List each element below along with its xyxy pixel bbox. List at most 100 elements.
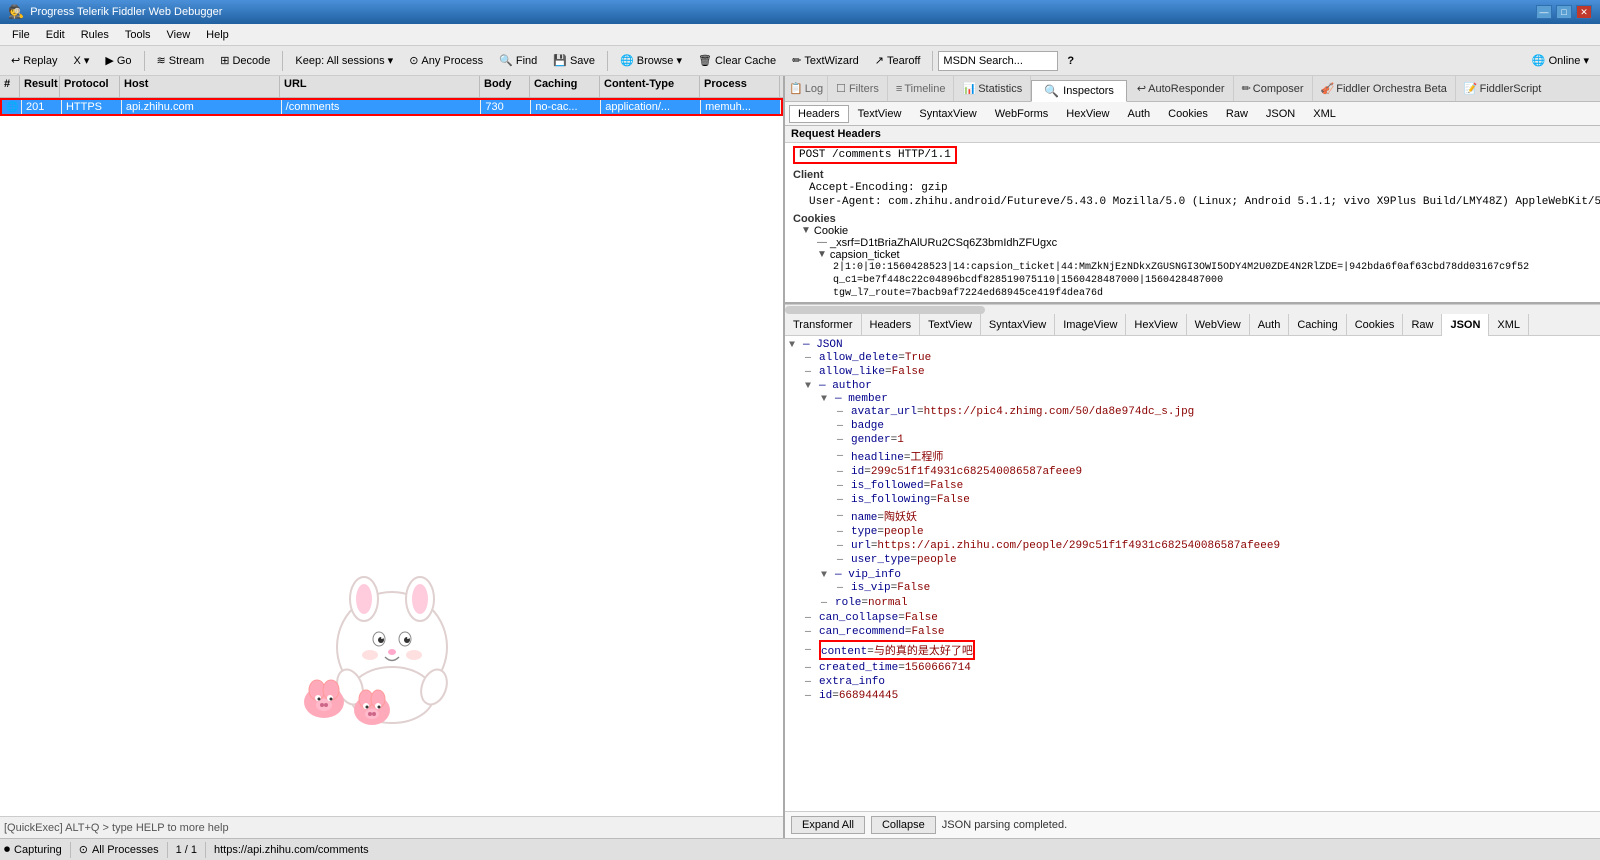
decode-button[interactable]: ⊞ Decode — [213, 50, 277, 72]
tab-webforms[interactable]: WebForms — [986, 105, 1058, 123]
process-icon: ⊙ — [79, 843, 88, 856]
replay-button[interactable]: ↩ Replay — [4, 50, 64, 72]
resp-tab-cookies[interactable]: Cookies — [1347, 314, 1404, 336]
request-headers-title: Request Headers [Raw] [Header Definition… — [785, 126, 1600, 143]
msdn-search-input[interactable] — [938, 51, 1058, 71]
col-caching[interactable]: Caching — [530, 76, 600, 97]
filters-checkbox[interactable]: ☐ — [836, 82, 846, 95]
close-button[interactable]: ✕ — [1576, 5, 1592, 19]
resp-tab-textview[interactable]: TextView — [920, 314, 981, 336]
resp-tab-json[interactable]: JSON — [1442, 314, 1489, 336]
collapse-button[interactable]: Collapse — [871, 816, 936, 834]
resp-tab-imageview[interactable]: ImageView — [1055, 314, 1126, 336]
json-root-line[interactable]: ▼ — JSON — [789, 339, 1600, 351]
session-row[interactable]: 🌐 1 201 HTTPS api.zhihu.com /comments 73… — [0, 98, 783, 116]
tab-xml[interactable]: XML — [1304, 105, 1345, 123]
tab-hexview[interactable]: HexView — [1057, 105, 1118, 123]
menu-edit[interactable]: Edit — [38, 27, 73, 43]
menu-help[interactable]: Help — [198, 27, 237, 43]
horizontal-scrollbar[interactable] — [785, 304, 1600, 314]
maximize-button[interactable]: □ — [1556, 5, 1572, 19]
json-avatar-url: —avatar_url=https://pic4.zhimg.com/50/da… — [837, 405, 1600, 419]
json-can-recommend: —can_recommend=False — [805, 625, 1600, 639]
expand-all-button[interactable]: Expand All — [791, 816, 865, 834]
resp-tab-auth[interactable]: Auth — [1250, 314, 1290, 336]
tab-textview[interactable]: TextView — [849, 105, 911, 123]
tearoff-button[interactable]: ↗ Tearoff — [868, 50, 928, 72]
json-root-expand[interactable]: ▼ — [789, 340, 803, 351]
menu-rules[interactable]: Rules — [73, 27, 117, 43]
col-result[interactable]: Result — [20, 76, 60, 97]
resp-tab-xml[interactable]: XML — [1489, 314, 1529, 336]
col-body[interactable]: Body — [480, 76, 530, 97]
resp-tab-syntaxview[interactable]: SyntaxView — [981, 314, 1055, 336]
inspectors-tab[interactable]: 🔍 Inspectors — [1031, 80, 1127, 102]
resp-tab-hexview[interactable]: HexView — [1126, 314, 1186, 336]
tab-syntaxview[interactable]: SyntaxView — [910, 105, 985, 123]
member-expand[interactable]: ▼ — [821, 394, 835, 405]
status-sep-1 — [70, 842, 71, 858]
col-host[interactable]: Host — [120, 76, 280, 97]
log-tab[interactable]: Log — [805, 83, 823, 95]
col-content-type[interactable]: Content-Type — [600, 76, 700, 97]
resp-tab-transformer[interactable]: Transformer — [785, 314, 862, 336]
json-headline: —headline=工程师 — [837, 447, 1600, 465]
fiddler-orchestra-icon: 🎻 — [1321, 82, 1335, 95]
resp-tab-webview[interactable]: WebView — [1187, 314, 1250, 336]
vip-expand[interactable]: ▼ — [821, 570, 835, 581]
fiddlerscript-tab[interactable]: FiddlerScript — [1480, 83, 1542, 95]
member-children: —avatar_url=https://pic4.zhimg.com/50/da… — [837, 405, 1600, 567]
resp-tab-raw[interactable]: Raw — [1403, 314, 1442, 336]
json-name: —name=陶妖妖 — [837, 507, 1600, 525]
clear-cache-button[interactable]: 🗑 Clear Cache — [691, 50, 783, 72]
keep-dropdown-button[interactable]: Keep: All sessions ▾ — [288, 50, 400, 72]
tab-auth[interactable]: Auth — [1119, 105, 1160, 123]
statistics-tab[interactable]: Statistics — [978, 83, 1022, 95]
msdn-help-button[interactable]: ? — [1060, 50, 1081, 72]
left-panel: # Result Protocol Host URL Body Caching … — [0, 76, 785, 838]
autoresponder-tab[interactable]: AutoResponder — [1148, 83, 1224, 95]
timeline-tab[interactable]: Timeline — [904, 83, 945, 95]
save-button[interactable]: 💾 Save — [546, 50, 602, 72]
main-layout: # Result Protocol Host URL Body Caching … — [0, 76, 1600, 838]
save-icon: 💾 — [553, 54, 567, 67]
capturing-label: Capturing — [14, 844, 62, 856]
tearoff-icon: ↗ — [875, 54, 884, 67]
menu-file[interactable]: File — [4, 27, 38, 43]
capsion-collapse-icon[interactable]: ▼ — [817, 249, 827, 260]
json-content: — content=与的真的是太好了吧 — [805, 639, 1600, 661]
cookie-collapse-icon[interactable]: ▼ — [801, 225, 811, 236]
cookies-section-title: Cookies — [793, 213, 1600, 225]
find-button[interactable]: 🔍 Find — [492, 50, 544, 72]
author-expand[interactable]: ▼ — [805, 381, 819, 392]
process-status: ⊙ All Processes — [79, 843, 159, 856]
col-url[interactable]: URL — [280, 76, 480, 97]
status-sep-3 — [205, 842, 206, 858]
menu-view[interactable]: View — [159, 27, 199, 43]
online-button[interactable]: 🌐 Online ▾ — [1525, 50, 1596, 72]
col-process[interactable]: Process — [700, 76, 780, 97]
tab-json[interactable]: JSON — [1257, 105, 1304, 123]
resp-tab-headers[interactable]: Headers — [862, 314, 921, 336]
col-protocol[interactable]: Protocol — [60, 76, 120, 97]
resp-tab-caching[interactable]: Caching — [1289, 314, 1346, 336]
tab-raw[interactable]: Raw — [1217, 105, 1257, 123]
json-allow-like: — allow_like=False — [805, 365, 1600, 379]
browse-button[interactable]: 🌐 Browse ▾ — [613, 50, 689, 72]
filters-tab[interactable]: Filters — [849, 83, 879, 95]
author-children: ▼ — member —avatar_url=https://pic4.zhim… — [821, 392, 1600, 610]
minimize-button[interactable]: — — [1536, 5, 1552, 19]
x-dropdown-button[interactable]: X ▾ — [66, 50, 96, 72]
any-process-button[interactable]: ⊙ Any Process — [402, 50, 490, 72]
tab-cookies[interactable]: Cookies — [1159, 105, 1217, 123]
tab-headers[interactable]: Headers — [789, 105, 849, 123]
textwizard-button[interactable]: ✏ TextWizard — [785, 50, 866, 72]
stream-button[interactable]: ≋ Stream — [150, 50, 212, 72]
accept-encoding-header: Accept-Encoding: gzip — [793, 181, 1600, 195]
menu-tools[interactable]: Tools — [117, 27, 159, 43]
go-button[interactable]: ▶ Go — [98, 50, 138, 72]
composer-tab[interactable]: Composer — [1253, 83, 1304, 95]
fiddler-orchestra-tab[interactable]: Fiddler Orchestra Beta — [1336, 83, 1447, 95]
session-icon: 🌐 — [6, 102, 18, 113]
h-scroll-thumb[interactable] — [785, 306, 985, 314]
